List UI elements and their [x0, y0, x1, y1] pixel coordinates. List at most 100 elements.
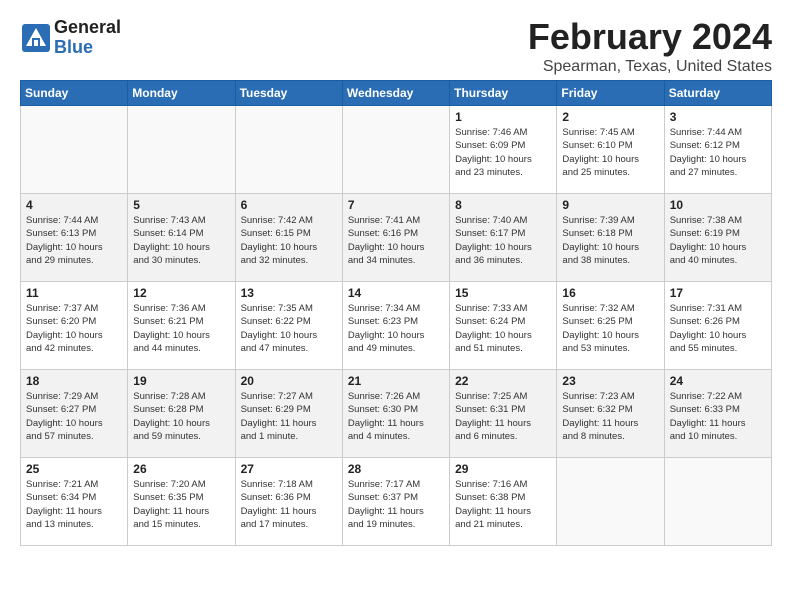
day-number: 9 — [562, 198, 658, 212]
calendar-header-row: SundayMondayTuesdayWednesdayThursdayFrid… — [21, 81, 772, 106]
calendar-day-cell: 15Sunrise: 7:33 AM Sunset: 6:24 PM Dayli… — [450, 282, 557, 370]
day-number: 1 — [455, 110, 551, 124]
day-info: Sunrise: 7:42 AM Sunset: 6:15 PM Dayligh… — [241, 214, 337, 267]
calendar-day-cell: 18 Sunrise: 7:29 AM Sunset: 6:27 PM Dayli… — [21, 370, 128, 458]
calendar-day-cell: 25 Sunrise: 7:21 AM Sunset: 6:34 PM Dayli… — [21, 458, 128, 546]
calendar-week-row: 25 Sunrise: 7:21 AM Sunset: 6:34 PM Dayli… — [21, 458, 772, 546]
day-number: 12 — [133, 286, 229, 300]
calendar-day-cell: 22 Sunrise: 7:25 AM Sunset: 6:31 PM Dayli… — [450, 370, 557, 458]
day-info: Sunrise: 7:39 AM Sunset: 6:18 PM Dayligh… — [562, 214, 658, 267]
logo-line2: Blue — [54, 38, 121, 58]
calendar-day-cell: 11 Sunrise: 7:37 AM Sunset: 6:20 PM Dayli… — [21, 282, 128, 370]
calendar-header: February 2024 Spearman, Texas, United St… — [20, 16, 772, 76]
calendar-day-cell: 2 Sunrise: 7:45 AM Sunset: 6:10 PM Daylig… — [557, 106, 664, 194]
day-of-week-header: Thursday — [450, 81, 557, 106]
calendar-week-row: 11 Sunrise: 7:37 AM Sunset: 6:20 PM Dayli… — [21, 282, 772, 370]
day-number: 26 — [133, 462, 229, 476]
day-number: 24 — [670, 374, 766, 388]
day-info: Sunrise: 7:22 AM Sunset: 6:33 PM Dayligh… — [670, 390, 766, 443]
calendar-day-cell: 9 Sunrise: 7:39 AM Sunset: 6:18 PM Daylig… — [557, 194, 664, 282]
day-info: Sunrise: 7:21 AM Sunset: 6:34 PM Dayligh… — [26, 478, 122, 531]
calendar-day-cell — [664, 458, 771, 546]
day-of-week-header: Saturday — [664, 81, 771, 106]
day-number: 13 — [241, 286, 337, 300]
calendar-day-cell — [342, 106, 449, 194]
day-info: Sunrise: 7:32 AM Sunset: 6:25 PM Dayligh… — [562, 302, 658, 355]
day-number: 4 — [26, 198, 122, 212]
day-info: Sunrise: 7:23 AM Sunset: 6:32 PM Dayligh… — [562, 390, 658, 443]
day-info: Sunrise: 7:37 AM Sunset: 6:20 PM Dayligh… — [26, 302, 122, 355]
day-number: 16 — [562, 286, 658, 300]
logo-icon — [22, 24, 50, 52]
calendar-day-cell — [128, 106, 235, 194]
month-year-title: February 2024 — [20, 16, 772, 58]
day-info: Sunrise: 7:25 AM Sunset: 6:31 PM Dayligh… — [455, 390, 551, 443]
calendar-day-cell — [557, 458, 664, 546]
calendar-day-cell: 1 Sunrise: 7:46 AM Sunset: 6:09 PM Daylig… — [450, 106, 557, 194]
day-number: 6 — [241, 198, 337, 212]
calendar-day-cell: 21Sunrise: 7:26 AM Sunset: 6:30 PM Dayli… — [342, 370, 449, 458]
day-info: Sunrise: 7:44 AM Sunset: 6:12 PM Dayligh… — [670, 126, 766, 179]
day-number: 14 — [348, 286, 444, 300]
calendar-day-cell: 4 Sunrise: 7:44 AM Sunset: 6:13 PM Daylig… — [21, 194, 128, 282]
calendar-day-cell: 13 Sunrise: 7:35 AM Sunset: 6:22 PM Dayli… — [235, 282, 342, 370]
calendar-day-cell — [21, 106, 128, 194]
day-number: 5 — [133, 198, 229, 212]
day-of-week-header: Friday — [557, 81, 664, 106]
day-info: Sunrise: 7:20 AM Sunset: 6:35 PM Dayligh… — [133, 478, 229, 531]
calendar-day-cell: 14Sunrise: 7:34 AM Sunset: 6:23 PM Dayli… — [342, 282, 449, 370]
calendar-day-cell: 23 Sunrise: 7:23 AM Sunset: 6:32 PM Dayli… — [557, 370, 664, 458]
day-number: 29 — [455, 462, 551, 476]
calendar-day-cell: 5 Sunrise: 7:43 AM Sunset: 6:14 PM Daylig… — [128, 194, 235, 282]
calendar-day-cell: 26 Sunrise: 7:20 AM Sunset: 6:35 PM Dayli… — [128, 458, 235, 546]
day-number: 7 — [348, 198, 444, 212]
day-info: Sunrise: 7:44 AM Sunset: 6:13 PM Dayligh… — [26, 214, 122, 267]
calendar-day-cell: 20Sunrise: 7:27 AM Sunset: 6:29 PM Dayli… — [235, 370, 342, 458]
day-info: Sunrise: 7:45 AM Sunset: 6:10 PM Dayligh… — [562, 126, 658, 179]
day-number: 11 — [26, 286, 122, 300]
day-number: 20 — [241, 374, 337, 388]
calendar-day-cell: 8Sunrise: 7:40 AM Sunset: 6:17 PM Daylig… — [450, 194, 557, 282]
calendar-day-cell: 7 Sunrise: 7:41 AM Sunset: 6:16 PM Daylig… — [342, 194, 449, 282]
day-info: Sunrise: 7:31 AM Sunset: 6:26 PM Dayligh… — [670, 302, 766, 355]
location-subtitle: Spearman, Texas, United States — [20, 58, 772, 76]
day-info: Sunrise: 7:33 AM Sunset: 6:24 PM Dayligh… — [455, 302, 551, 355]
day-number: 22 — [455, 374, 551, 388]
day-info: Sunrise: 7:35 AM Sunset: 6:22 PM Dayligh… — [241, 302, 337, 355]
day-number: 19 — [133, 374, 229, 388]
day-number: 8 — [455, 198, 551, 212]
calendar-week-row: 4 Sunrise: 7:44 AM Sunset: 6:13 PM Daylig… — [21, 194, 772, 282]
day-number: 18 — [26, 374, 122, 388]
calendar-day-cell: 27 Sunrise: 7:18 AM Sunset: 6:36 PM Dayli… — [235, 458, 342, 546]
logo: General Blue — [22, 18, 121, 58]
day-info: Sunrise: 7:16 AM Sunset: 6:38 PM Dayligh… — [455, 478, 551, 531]
day-number: 25 — [26, 462, 122, 476]
calendar-day-cell: 28Sunrise: 7:17 AM Sunset: 6:37 PM Dayli… — [342, 458, 449, 546]
day-of-week-header: Tuesday — [235, 81, 342, 106]
calendar-week-row: 1 Sunrise: 7:46 AM Sunset: 6:09 PM Daylig… — [21, 106, 772, 194]
day-info: Sunrise: 7:43 AM Sunset: 6:14 PM Dayligh… — [133, 214, 229, 267]
day-info: Sunrise: 7:17 AM Sunset: 6:37 PM Dayligh… — [348, 478, 444, 531]
day-number: 3 — [670, 110, 766, 124]
day-number: 23 — [562, 374, 658, 388]
day-number: 21 — [348, 374, 444, 388]
calendar-table: SundayMondayTuesdayWednesdayThursdayFrid… — [20, 80, 772, 546]
calendar-day-cell: 19 Sunrise: 7:28 AM Sunset: 6:28 PM Dayli… — [128, 370, 235, 458]
calendar-day-cell: 6 Sunrise: 7:42 AM Sunset: 6:15 PM Daylig… — [235, 194, 342, 282]
day-of-week-header: Monday — [128, 81, 235, 106]
day-number: 27 — [241, 462, 337, 476]
day-number: 10 — [670, 198, 766, 212]
calendar-day-cell: 29 Sunrise: 7:16 AM Sunset: 6:38 PM Dayli… — [450, 458, 557, 546]
day-info: Sunrise: 7:18 AM Sunset: 6:36 PM Dayligh… — [241, 478, 337, 531]
day-info: Sunrise: 7:41 AM Sunset: 6:16 PM Dayligh… — [348, 214, 444, 267]
day-of-week-header: Wednesday — [342, 81, 449, 106]
calendar-day-cell: 10Sunrise: 7:38 AM Sunset: 6:19 PM Dayli… — [664, 194, 771, 282]
day-info: Sunrise: 7:29 AM Sunset: 6:27 PM Dayligh… — [26, 390, 122, 443]
day-info: Sunrise: 7:46 AM Sunset: 6:09 PM Dayligh… — [455, 126, 551, 179]
day-info: Sunrise: 7:28 AM Sunset: 6:28 PM Dayligh… — [133, 390, 229, 443]
calendar-day-cell: 16 Sunrise: 7:32 AM Sunset: 6:25 PM Dayli… — [557, 282, 664, 370]
calendar-week-row: 18 Sunrise: 7:29 AM Sunset: 6:27 PM Dayli… — [21, 370, 772, 458]
calendar-day-cell: 17Sunrise: 7:31 AM Sunset: 6:26 PM Dayli… — [664, 282, 771, 370]
calendar-day-cell: 12Sunrise: 7:36 AM Sunset: 6:21 PM Dayli… — [128, 282, 235, 370]
day-number: 2 — [562, 110, 658, 124]
